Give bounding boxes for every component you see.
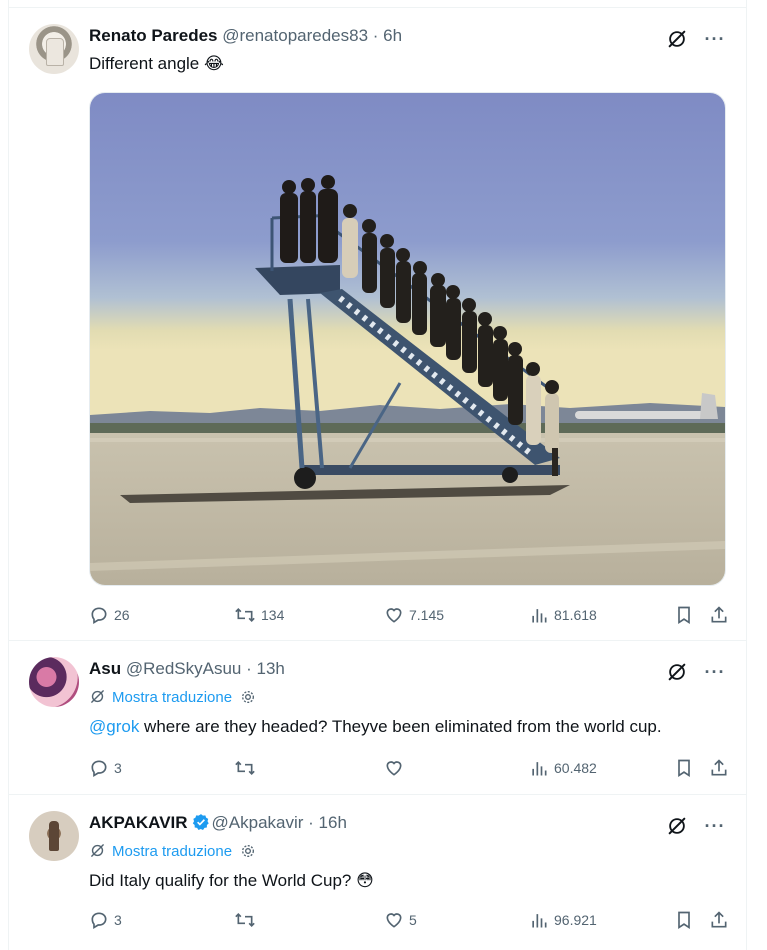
grok-icon[interactable] xyxy=(666,815,688,837)
share-button[interactable] xyxy=(709,604,734,628)
verified-badge-icon[interactable] xyxy=(192,813,210,831)
repost-icon xyxy=(235,912,255,928)
heart-icon xyxy=(386,913,402,928)
grok-icon[interactable] xyxy=(666,28,688,50)
views-count: 60.482 xyxy=(554,760,597,776)
share-icon xyxy=(711,606,727,623)
more-icon[interactable]: ··· xyxy=(704,30,726,54)
views-icon xyxy=(532,762,547,776)
like-count: 5 xyxy=(409,912,417,928)
emoji: 😂 xyxy=(204,54,224,73)
repost-button[interactable]: 134 xyxy=(234,604,284,628)
translate-link[interactable]: Mostra traduzione xyxy=(89,688,262,708)
heart-icon xyxy=(386,761,402,776)
post-actions: 3 60.482 xyxy=(89,757,727,781)
views-count: 96.921 xyxy=(554,912,597,928)
share-button[interactable] xyxy=(709,757,734,781)
like-button[interactable]: 7.145 xyxy=(384,604,444,628)
bookmark-button[interactable] xyxy=(674,909,699,933)
bookmark-button[interactable] xyxy=(674,604,699,628)
post[interactable]: AKPAKAVIR @Akpakavir · 16h ··· Mostra tra… xyxy=(9,795,746,950)
grok-icon xyxy=(91,844,104,857)
share-button[interactable] xyxy=(709,909,734,933)
post-actions: 26 134 7.145 81.618 xyxy=(89,604,727,628)
post[interactable]: Renato Paredes @renatoparedes83 · 6h ···… xyxy=(9,8,746,641)
repost-count: 134 xyxy=(261,607,285,623)
views-button[interactable]: 96.921 xyxy=(529,909,597,933)
reply-button[interactable]: 3 xyxy=(89,757,122,781)
reply-count: 3 xyxy=(114,760,122,776)
repost-button[interactable] xyxy=(234,757,261,781)
post-text: Different angle 😂 xyxy=(89,54,224,73)
reply-icon xyxy=(91,607,107,624)
more-icon[interactable]: ··· xyxy=(704,663,726,687)
bookmark-icon xyxy=(678,606,690,625)
post-header: Asu @RedSkyAsuu · 13h xyxy=(89,659,656,683)
bookmark-icon xyxy=(678,759,690,778)
avatar[interactable] xyxy=(29,24,79,74)
bookmark-icon xyxy=(678,911,690,930)
reply-button[interactable]: 26 xyxy=(89,604,130,628)
post-text: @grok where are they headed? Theyve been… xyxy=(89,717,662,736)
like-button[interactable] xyxy=(384,757,409,781)
grok-icon[interactable] xyxy=(666,661,688,683)
mention-link[interactable]: @grok xyxy=(89,717,139,736)
author-name[interactable]: AKPAKAVIR xyxy=(89,813,188,832)
like-button[interactable]: 5 xyxy=(384,909,417,933)
reply-icon xyxy=(91,912,107,929)
author-handle[interactable]: @Akpakavir xyxy=(212,813,304,832)
post-time[interactable]: · 6h xyxy=(368,26,402,45)
avatar[interactable] xyxy=(29,657,79,707)
post[interactable]: Asu @RedSkyAsuu · 13h ··· Mostra traduzi… xyxy=(9,641,746,795)
reply-count: 26 xyxy=(114,607,130,623)
views-button[interactable]: 60.482 xyxy=(529,757,597,781)
post-time[interactable]: · 13h xyxy=(241,659,285,678)
views-count: 81.618 xyxy=(554,607,597,623)
reply-icon xyxy=(91,760,107,777)
share-icon xyxy=(711,759,727,776)
gear-icon[interactable] xyxy=(240,843,256,859)
avatar[interactable] xyxy=(29,811,79,861)
author-handle[interactable]: @renatoparedes83 xyxy=(222,26,368,45)
author-name[interactable]: Asu xyxy=(89,659,121,678)
author-name[interactable]: Renato Paredes xyxy=(89,26,218,45)
grok-icon xyxy=(91,690,104,703)
post-header: AKPAKAVIR @Akpakavir · 16h xyxy=(89,813,656,837)
author-handle[interactable]: @RedSkyAsuu xyxy=(126,659,242,678)
repost-icon xyxy=(235,760,255,776)
reply-button[interactable]: 3 xyxy=(89,909,122,933)
repost-icon xyxy=(235,607,255,623)
reply-count: 3 xyxy=(114,912,122,928)
post-image[interactable] xyxy=(89,92,726,586)
like-count: 7.145 xyxy=(409,607,445,623)
share-icon xyxy=(711,911,727,928)
post-actions: 3 5 96.921 xyxy=(89,909,727,933)
gear-icon[interactable] xyxy=(240,689,256,705)
translate-link[interactable]: Mostra traduzione xyxy=(89,842,262,862)
post-time[interactable]: · 16h xyxy=(303,813,347,832)
photo-airstairs-crowd xyxy=(90,93,725,585)
views-icon xyxy=(532,609,547,623)
post-header: Renato Paredes @renatoparedes83 · 6h xyxy=(89,26,656,50)
bookmark-button[interactable] xyxy=(674,757,699,781)
views-icon xyxy=(532,914,547,928)
views-button[interactable]: 81.618 xyxy=(529,604,597,628)
timeline: Renato Paredes @renatoparedes83 · 6h ···… xyxy=(8,0,747,950)
emoji: 😳 xyxy=(356,871,374,890)
post-text: Did Italy qualify for the World Cup? 😳 xyxy=(89,871,374,890)
more-icon[interactable]: ··· xyxy=(704,817,726,841)
heart-icon xyxy=(386,608,402,623)
repost-button[interactable] xyxy=(234,909,261,933)
